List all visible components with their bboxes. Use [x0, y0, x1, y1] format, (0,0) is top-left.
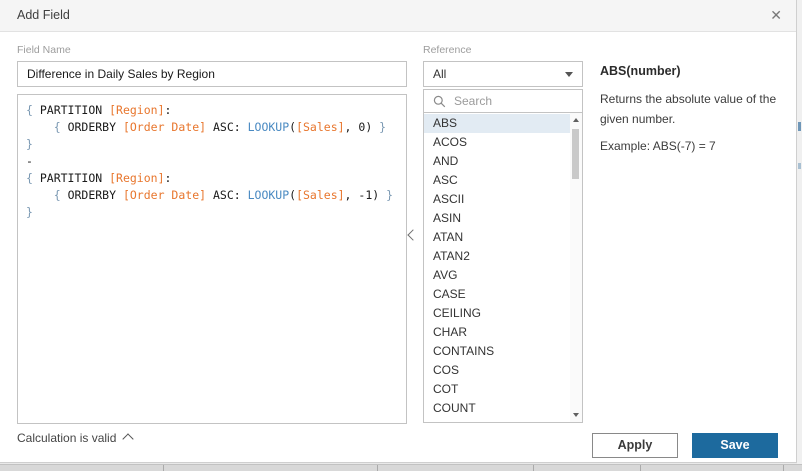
function-list-item[interactable]: AND — [424, 152, 571, 171]
search-icon — [433, 95, 446, 113]
calculation-editor[interactable]: { PARTITION [Region]: { ORDERBY [Order D… — [17, 94, 407, 424]
function-list-item[interactable]: ASIN — [424, 209, 571, 228]
background-grid-divider — [377, 465, 378, 471]
dialog-title: Add Field — [17, 0, 70, 31]
screen: Add Field ✕ Field Name Difference in Dai… — [0, 0, 802, 471]
code-line: - — [26, 153, 398, 170]
code-line: { ORDERBY [Order Date] ASC: LOOKUP([Sale… — [26, 187, 398, 204]
background-mark — [798, 163, 801, 169]
function-list-item[interactable]: CONTAINS — [424, 342, 571, 361]
function-list-item[interactable]: ATAN — [424, 228, 571, 247]
chevron-down-icon — [565, 72, 573, 77]
code-line: } — [26, 136, 398, 153]
function-list-item[interactable]: AVG — [424, 266, 571, 285]
field-name-input[interactable]: Difference in Daily Sales by Region — [17, 61, 407, 87]
function-list-item[interactable]: COUNTD — [424, 418, 571, 423]
background-grid-divider — [783, 465, 784, 471]
function-list-item[interactable]: ASC — [424, 171, 571, 190]
reference-label: Reference — [423, 44, 471, 56]
function-list-item[interactable]: ATAN2 — [424, 247, 571, 266]
function-list-item[interactable]: CEILING — [424, 304, 571, 323]
background-app-strip — [0, 464, 802, 471]
close-icon[interactable]: ✕ — [770, 8, 782, 22]
calculation-code: { PARTITION [Region]: { ORDERBY [Order D… — [26, 102, 398, 221]
function-example: Example: ABS(-7) = 7 — [600, 139, 716, 153]
function-search-input[interactable]: Search — [423, 89, 583, 113]
reference-dropdown-value: All — [433, 62, 446, 86]
apply-button[interactable]: Apply — [592, 433, 678, 458]
function-list-item[interactable]: COUNT — [424, 399, 571, 418]
dialog-header: Add Field ✕ — [0, 0, 796, 32]
function-list-item[interactable]: COT — [424, 380, 571, 399]
function-list-item[interactable]: ABS — [424, 114, 571, 133]
scroll-down-icon[interactable] — [573, 413, 579, 417]
code-line: { ORDERBY [Order Date] ASC: LOOKUP([Sale… — [26, 119, 398, 136]
calculation-status-text: Calculation is valid — [17, 431, 116, 445]
function-list-item[interactable]: CHAR — [424, 323, 571, 342]
function-list-item[interactable]: COS — [424, 361, 571, 380]
code-line: { PARTITION [Region]: — [26, 170, 398, 187]
function-list-scrollbar[interactable] — [570, 113, 582, 422]
background-mark — [798, 122, 801, 131]
code-line: { PARTITION [Region]: — [26, 102, 398, 119]
reference-dropdown[interactable]: All — [423, 61, 583, 87]
chevron-up-icon — [123, 433, 134, 444]
function-list-item[interactable]: ACOS — [424, 133, 571, 152]
function-list-item[interactable]: ASCII — [424, 190, 571, 209]
search-placeholder: Search — [454, 90, 492, 112]
code-line: } — [26, 204, 398, 221]
add-field-dialog: Add Field ✕ Field Name Difference in Dai… — [0, 0, 797, 463]
background-grid-divider — [163, 465, 164, 471]
collapse-panel-chevron-icon[interactable] — [407, 229, 418, 240]
background-grid-divider — [533, 465, 534, 471]
background-right-sliver — [797, 0, 802, 464]
background-grid-divider — [640, 465, 641, 471]
function-list: ABSACOSANDASCASCIIASINATANATAN2AVGCASECE… — [423, 112, 583, 423]
scrollbar-thumb[interactable] — [572, 129, 579, 179]
function-list-item[interactable]: CASE — [424, 285, 571, 304]
scroll-up-icon[interactable] — [573, 118, 579, 122]
save-button[interactable]: Save — [692, 433, 778, 458]
function-signature: ABS(number) — [600, 64, 681, 78]
field-name-label: Field Name — [17, 44, 71, 56]
calculation-status[interactable]: Calculation is valid — [17, 431, 132, 445]
function-description: Returns the absolute value of the given … — [600, 89, 798, 129]
